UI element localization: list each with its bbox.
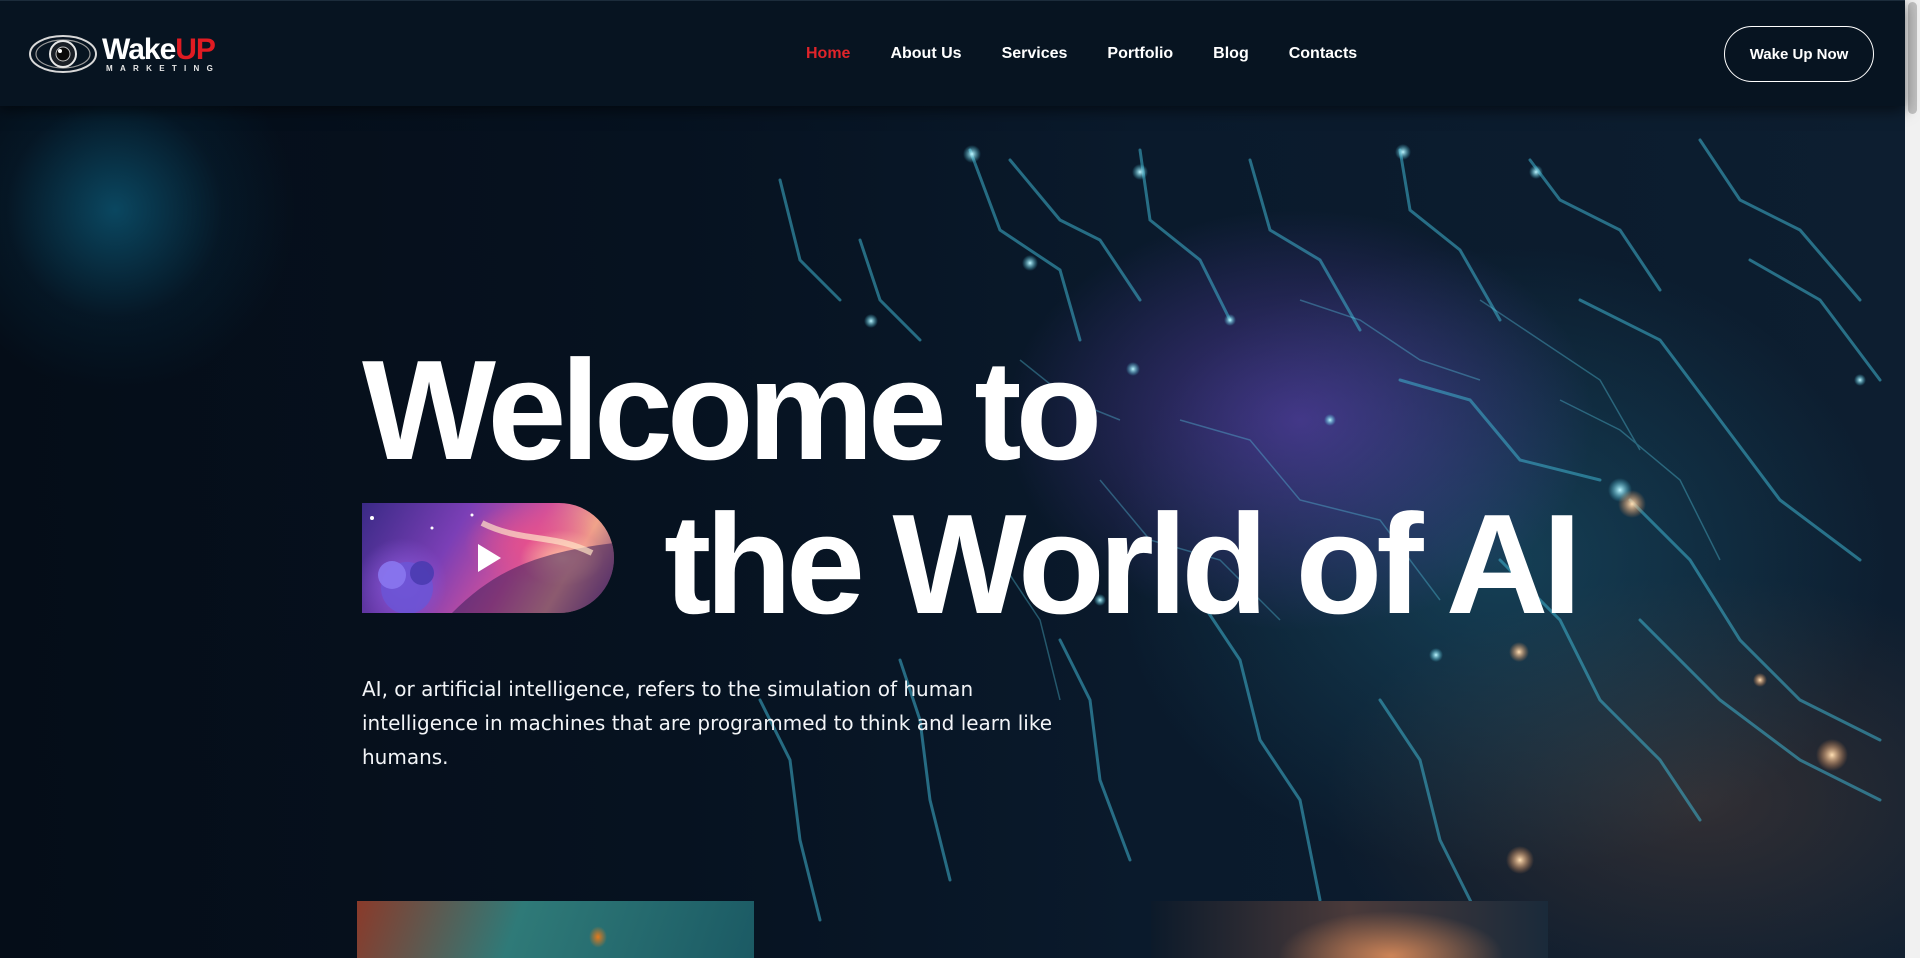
nav-item-portfolio[interactable]: Portfolio (1107, 44, 1173, 64)
logo-word-up: UP (175, 33, 216, 66)
hero-title-line-2: the World of AI (664, 485, 1582, 644)
feature-card-image-right[interactable] (1151, 901, 1548, 958)
hero-description: AI, or artificial intelligence, refers t… (362, 677, 1052, 769)
nav-item-blog[interactable]: Blog (1213, 44, 1249, 64)
feature-card-image-left[interactable] (357, 901, 754, 958)
site-header: WakeUP MARKETING Home About Us Services … (0, 0, 1905, 106)
scrollbar-thumb[interactable] (1908, 2, 1917, 114)
page-scrollbar[interactable] (1905, 0, 1920, 958)
logo-word-wake: Wake (102, 33, 176, 66)
site-logo[interactable]: WakeUP MARKETING (28, 33, 238, 75)
nav-item-services[interactable]: Services (1002, 44, 1068, 64)
logo-tagline: MARKETING (106, 64, 221, 73)
wake-up-now-button[interactable]: Wake Up Now (1724, 26, 1874, 82)
eye-logo-icon (29, 35, 97, 73)
main-navigation: Home About Us Services Portfolio Blog Co… (806, 44, 1397, 64)
nav-item-contacts[interactable]: Contacts (1289, 44, 1357, 64)
nav-item-about-us[interactable]: About Us (890, 44, 961, 64)
hero-title-line-1: Welcome to (362, 331, 1102, 490)
play-icon[interactable] (478, 544, 501, 572)
logo-wordmark: WakeUP (102, 33, 216, 67)
nav-item-home[interactable]: Home (806, 44, 850, 64)
